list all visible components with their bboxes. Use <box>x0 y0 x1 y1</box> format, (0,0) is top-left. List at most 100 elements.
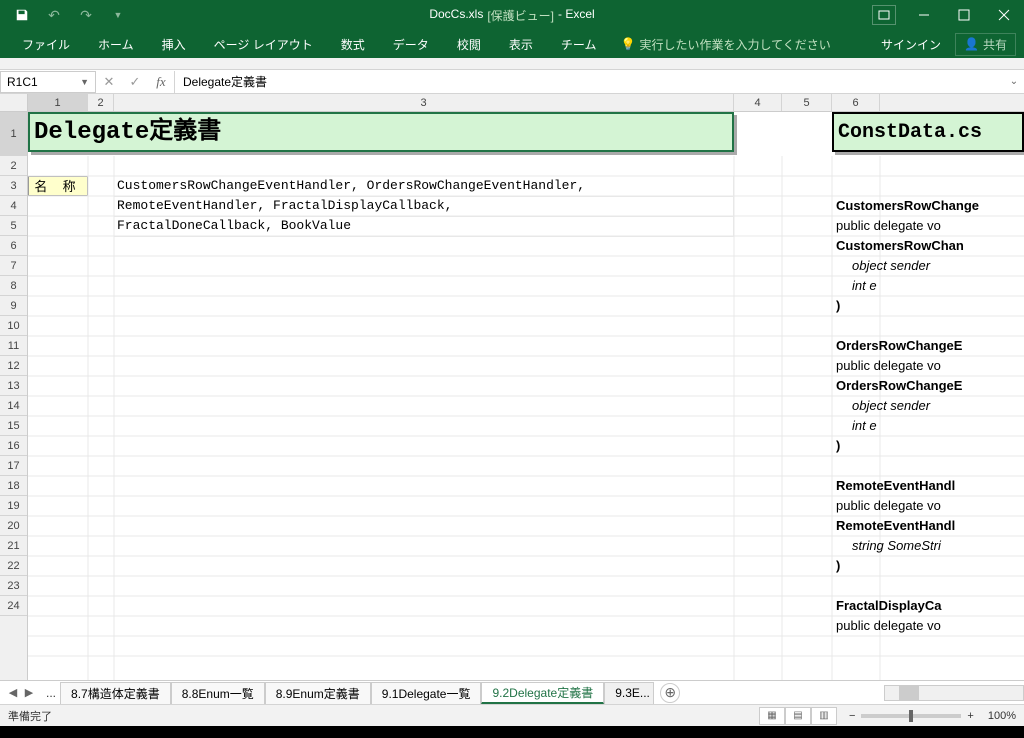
content-cell[interactable]: RemoteEventHandler, FractalDisplayCallba… <box>114 196 734 217</box>
row-header[interactable]: 15 <box>0 416 27 436</box>
content-cell[interactable]: FractalDoneCallback, BookValue <box>114 216 734 237</box>
column-header[interactable]: 3 <box>114 94 734 111</box>
tab-formulas[interactable]: 数式 <box>327 32 379 56</box>
qat-dropdown-icon[interactable]: ▼ <box>104 3 132 27</box>
select-all-button[interactable] <box>0 94 28 111</box>
row-header[interactable]: 7 <box>0 256 27 276</box>
save-icon[interactable] <box>8 3 36 27</box>
sheet-tab-active[interactable]: 9.2Delegate定義書 <box>481 682 604 704</box>
tab-view[interactable]: 表示 <box>495 32 547 56</box>
tab-nav-prev-icon[interactable]: ◀ <box>6 683 20 703</box>
tab-file[interactable]: ファイル <box>8 32 84 56</box>
ribbon-display-icon[interactable] <box>872 5 896 25</box>
column-header[interactable]: 4 <box>734 94 782 111</box>
row-header[interactable]: 18 <box>0 476 27 496</box>
maximize-button[interactable] <box>944 0 984 30</box>
column-header[interactable]: 1 <box>28 94 88 111</box>
worksheet-grid[interactable]: 1 2 3 4 5 6 1 2 3 4 5 6 7 8 9 10 11 12 1… <box>0 94 1024 680</box>
row-header[interactable]: 6 <box>0 236 27 256</box>
tell-me-label: 実行したい作業を入力してください <box>639 36 830 53</box>
zoom-thumb[interactable] <box>909 710 913 722</box>
tab-team[interactable]: チーム <box>547 32 611 56</box>
normal-view-icon[interactable]: ▦ <box>759 707 785 725</box>
row-header[interactable]: 19 <box>0 496 27 516</box>
tab-insert[interactable]: 挿入 <box>148 32 200 56</box>
zoom-out-button[interactable]: − <box>849 710 855 722</box>
row-header[interactable]: 22 <box>0 556 27 576</box>
filename: DocCs.xls <box>429 7 483 24</box>
sheet-tab[interactable]: 8.7構造体定義書 <box>60 682 171 704</box>
tab-review[interactable]: 校閲 <box>443 32 495 56</box>
row-header[interactable]: 11 <box>0 336 27 356</box>
row-header[interactable]: 13 <box>0 376 27 396</box>
code-block: RemoteEventHandl public delegate vo Remo… <box>832 476 1024 576</box>
undo-icon[interactable]: ↶ <box>40 3 68 27</box>
code-block: FractalDisplayCa public delegate vo <box>832 596 1024 636</box>
code-line: RemoteEventHandl <box>836 516 1024 536</box>
enter-icon[interactable]: ✓ <box>122 71 148 93</box>
row-header[interactable]: 16 <box>0 436 27 456</box>
tell-me-search[interactable]: 💡 実行したい作業を入力してください <box>620 36 830 53</box>
redo-icon[interactable]: ↷ <box>72 3 100 27</box>
bottom-shadow <box>0 726 1024 738</box>
content-cell[interactable]: CustomersRowChangeEventHandler, OrdersRo… <box>114 176 734 197</box>
code-line: ) <box>836 556 1024 576</box>
label-cell[interactable]: 名 称 <box>28 176 88 196</box>
page-layout-icon[interactable]: ▤ <box>785 707 811 725</box>
row-header[interactable]: 23 <box>0 576 27 596</box>
page-break-icon[interactable]: ▥ <box>811 707 837 725</box>
horizontal-scrollbar[interactable] <box>884 685 1024 701</box>
column-header[interactable]: 5 <box>782 94 832 111</box>
expand-formula-icon[interactable]: ⌄ <box>1004 76 1024 87</box>
sheet-tab-label: 9.3E <box>615 686 640 700</box>
formula-bar: R1C1 ▼ ✕ ✓ fx Delegate定義書 ⌄ <box>0 70 1024 94</box>
title-cell[interactable]: Delegate定義書 <box>28 112 734 152</box>
tab-ellipsis[interactable]: ... <box>42 686 60 700</box>
code-line: int e <box>836 416 1024 436</box>
sheet-tab[interactable]: 9.1Delegate一覧 <box>371 682 482 704</box>
row-header[interactable]: 1 <box>0 112 27 156</box>
sheet-tab[interactable]: 8.8Enum一覧 <box>171 682 265 704</box>
row-header[interactable]: 2 <box>0 156 27 176</box>
chevron-down-icon[interactable]: ▼ <box>80 77 89 87</box>
row-header[interactable]: 4 <box>0 196 27 216</box>
close-button[interactable] <box>984 0 1024 30</box>
tab-nav-next-icon[interactable]: ▶ <box>22 683 36 703</box>
row-header[interactable]: 21 <box>0 536 27 556</box>
code-line: FractalDisplayCa <box>836 596 1024 616</box>
ribbon-collapsed <box>0 58 1024 70</box>
minimize-button[interactable] <box>904 0 944 30</box>
signin-button[interactable]: サインイン <box>881 36 941 53</box>
row-header[interactable]: 3 <box>0 176 27 196</box>
tab-home[interactable]: ホーム <box>84 32 148 56</box>
row-header[interactable]: 8 <box>0 276 27 296</box>
row-header[interactable]: 5 <box>0 216 27 236</box>
name-box[interactable]: R1C1 ▼ <box>0 71 96 93</box>
share-button[interactable]: 👤 共有 <box>955 33 1016 56</box>
window-controls <box>872 0 1024 30</box>
cancel-icon[interactable]: ✕ <box>96 71 122 93</box>
sheet-tab[interactable]: 8.9Enum定義書 <box>265 682 371 704</box>
right-title-cell[interactable]: ConstData.cs <box>832 112 1024 152</box>
column-header[interactable]: 2 <box>88 94 114 111</box>
row-header[interactable]: 14 <box>0 396 27 416</box>
sheet-tab[interactable]: 9.3E ... <box>604 682 654 704</box>
row-header[interactable]: 9 <box>0 296 27 316</box>
code-line: public delegate vo <box>836 616 1024 636</box>
row-header[interactable]: 10 <box>0 316 27 336</box>
code-line: public delegate vo <box>836 356 1024 376</box>
zoom-slider[interactable] <box>861 714 961 718</box>
tab-pagelayout[interactable]: ページ レイアウト <box>200 32 327 56</box>
add-sheet-button[interactable]: ⊕ <box>660 683 680 703</box>
row-header[interactable]: 20 <box>0 516 27 536</box>
row-header[interactable]: 12 <box>0 356 27 376</box>
zoom-in-button[interactable]: + <box>967 710 973 722</box>
fx-icon[interactable]: fx <box>148 71 174 93</box>
column-header[interactable]: 6 <box>832 94 880 111</box>
scrollbar-thumb[interactable] <box>899 686 919 700</box>
zoom-percent[interactable]: 100% <box>988 710 1016 722</box>
tab-data[interactable]: データ <box>379 32 443 56</box>
row-header[interactable]: 24 <box>0 596 27 616</box>
row-header[interactable]: 17 <box>0 456 27 476</box>
formula-input[interactable]: Delegate定義書 <box>175 71 1004 93</box>
